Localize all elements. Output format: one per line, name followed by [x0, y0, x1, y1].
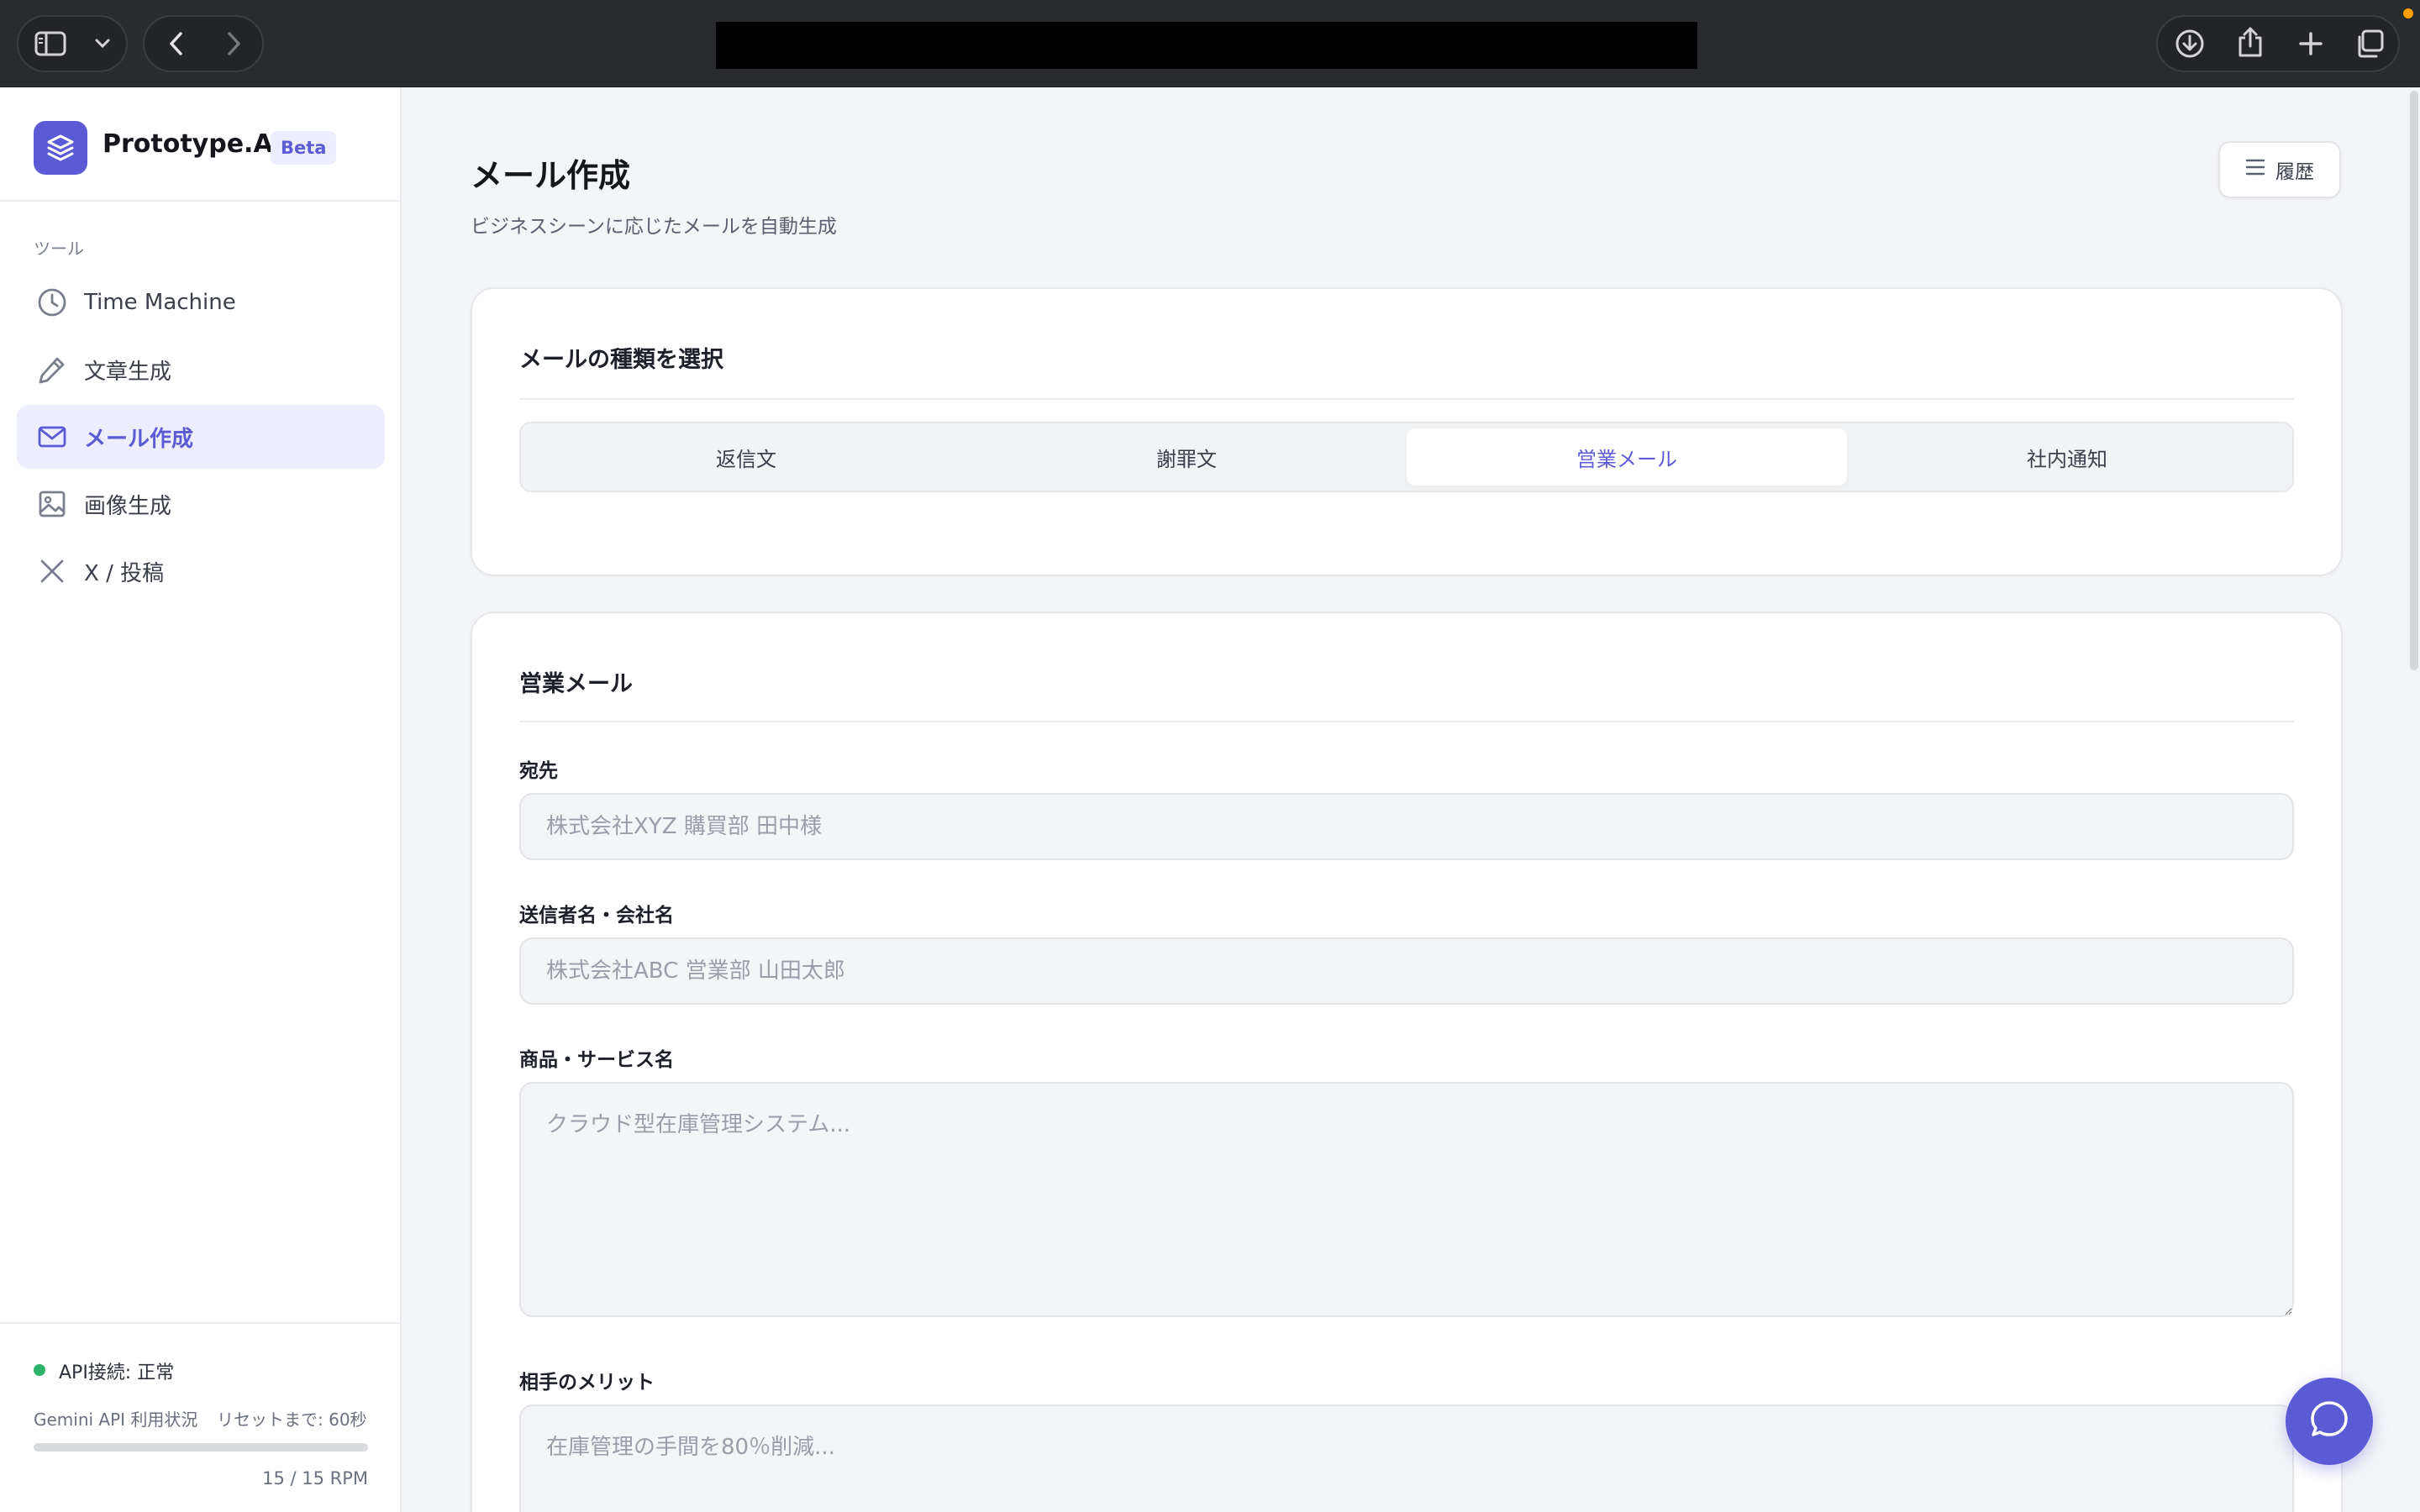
sidebar-item-label: 文章生成: [84, 359, 172, 385]
browser-actions-group: [2156, 15, 2400, 72]
recipient-input[interactable]: [519, 793, 2294, 860]
chevron-down-icon[interactable]: [84, 25, 121, 62]
address-bar[interactable]: [716, 22, 1697, 69]
history-button[interactable]: 履歴: [2218, 141, 2341, 198]
history-button-label: 履歴: [2275, 161, 2314, 183]
card-title: メールの種類を選択: [519, 347, 723, 373]
sender-label: 送信者名・会社名: [519, 905, 674, 927]
usage-label: Gemini API 利用状況: [34, 1410, 198, 1430]
usage-count: 15 / 15 RPM: [262, 1468, 368, 1488]
status-dot-icon: [34, 1364, 45, 1376]
page-scrollbar[interactable]: [2410, 91, 2418, 670]
sidebar: Prototype.AI Beta ツール Time Machine 文章生成 …: [0, 87, 402, 1512]
sales-mail-form-card: 営業メール 宛先 送信者名・会社名 商品・サービス名 相手のメリット: [471, 612, 2343, 1512]
sidebar-item-label: X / 投稿: [84, 560, 165, 586]
image-icon: [35, 487, 69, 521]
tab-reply[interactable]: 返信文: [526, 428, 966, 486]
download-icon[interactable]: [2171, 25, 2208, 62]
sidebar-item-label: Time Machine: [84, 290, 236, 315]
usage-progress-bar: [34, 1443, 368, 1452]
card-divider: [519, 398, 2294, 400]
tab-apology[interactable]: 謝罪文: [966, 428, 1407, 486]
reset-countdown: リセットまで: 60秒: [217, 1410, 367, 1430]
sidebar-item-time-machine[interactable]: Time Machine: [17, 270, 385, 334]
list-icon: [2245, 158, 2265, 181]
brand-header: Prototype.AI Beta: [0, 87, 400, 202]
tabs-overview-icon[interactable]: [2351, 25, 2388, 62]
recipient-label: 宛先: [519, 760, 558, 782]
clock-icon: [35, 286, 69, 319]
benefit-label: 相手のメリット: [519, 1372, 655, 1394]
mail-icon: [35, 420, 69, 454]
sidebar-item-label: 画像生成: [84, 493, 172, 519]
product-textarea[interactable]: [519, 1082, 2294, 1317]
share-icon[interactable]: [2232, 24, 2269, 60]
layers-logo-icon[interactable]: [34, 121, 87, 175]
sidebar-item-x-post[interactable]: X / 投稿: [17, 539, 385, 603]
mail-type-card: メールの種類を選択 返信文 謝罪文 営業メール 社内通知: [471, 287, 2343, 576]
sidebar-item-image-generation[interactable]: 画像生成: [17, 472, 385, 536]
tools-section-label: ツール: [34, 239, 84, 259]
sidebar-toggle-group[interactable]: [17, 15, 128, 72]
x-icon: [35, 554, 69, 588]
api-status-panel: API接続: 正常 Gemini API 利用状況 リセットまで: 60秒 15…: [0, 1322, 402, 1512]
beta-badge: Beta: [271, 131, 337, 165]
card-title: 営業メール: [519, 671, 633, 697]
browser-toolbar: [0, 0, 2420, 87]
page-title: メール作成: [471, 157, 631, 194]
usage-progress-fill: [34, 1443, 368, 1452]
sender-input[interactable]: [519, 937, 2294, 1005]
chat-button[interactable]: [2286, 1378, 2373, 1465]
sidebar-toggle-icon[interactable]: [32, 25, 69, 62]
sidebar-item-text-generation[interactable]: 文章生成: [17, 338, 385, 402]
chat-bubble-icon: [2307, 1398, 2351, 1445]
back-icon[interactable]: [158, 25, 195, 62]
api-status-text: API接続: 正常: [59, 1362, 175, 1383]
navigation-group: [143, 15, 264, 72]
page-subtitle: ビジネスシーンに応じたメールを自動生成: [471, 216, 837, 238]
tab-internal-notice[interactable]: 社内通知: [1847, 428, 2287, 486]
tab-sales[interactable]: 営業メール: [1407, 428, 1847, 486]
benefit-textarea[interactable]: [519, 1404, 2294, 1512]
brand-name[interactable]: Prototype.AI: [103, 129, 282, 159]
sidebar-item-label: メール作成: [84, 426, 194, 452]
forward-icon[interactable]: [215, 25, 252, 62]
new-tab-icon[interactable]: [2292, 25, 2329, 62]
card-divider: [519, 721, 2294, 722]
product-label: 商品・サービス名: [519, 1049, 674, 1071]
mail-type-tabs: 返信文 謝罪文 営業メール 社内通知: [519, 422, 2294, 492]
sidebar-item-mail[interactable]: メール作成: [17, 405, 385, 469]
notification-dot: [2403, 8, 2413, 18]
pencil-icon: [35, 353, 69, 386]
